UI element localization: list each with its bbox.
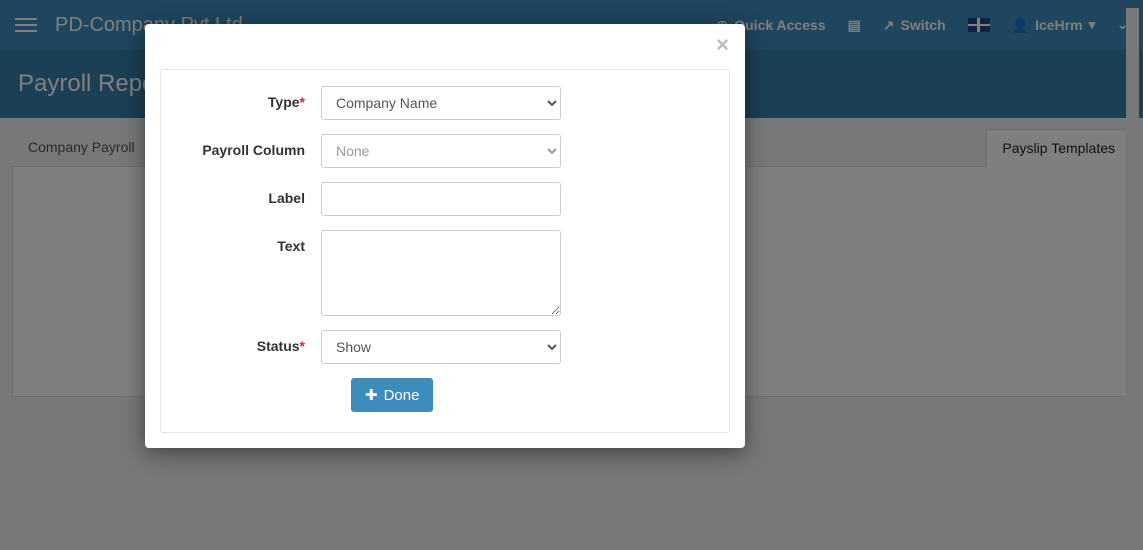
- done-label: Done: [384, 387, 420, 404]
- label-input[interactable]: [321, 182, 561, 216]
- plus-icon: ✚: [365, 386, 378, 404]
- status-label: Status*: [181, 330, 321, 362]
- modal-body: Type* Company Name Payroll Column None L…: [160, 69, 730, 433]
- close-icon[interactable]: ×: [716, 34, 729, 56]
- payroll-column-select[interactable]: None: [321, 134, 561, 168]
- done-button[interactable]: ✚ Done: [351, 378, 433, 412]
- text-label: Text: [181, 230, 321, 262]
- type-label: Type*: [181, 86, 321, 118]
- text-textarea[interactable]: [321, 230, 561, 316]
- label-label: Label: [181, 182, 321, 214]
- status-select[interactable]: Show: [321, 330, 561, 364]
- type-select[interactable]: Company Name: [321, 86, 561, 120]
- payroll-column-label: Payroll Column: [181, 134, 321, 166]
- modal-dialog: × Type* Company Name Payroll Column None…: [145, 24, 745, 448]
